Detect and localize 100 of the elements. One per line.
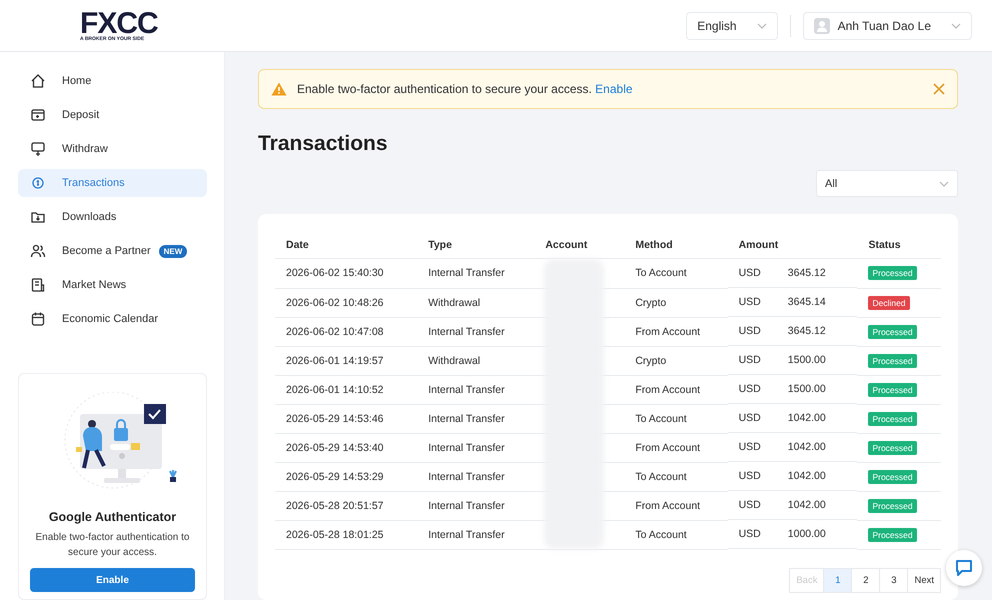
table-cell: USD xyxy=(738,325,761,337)
table-cell: USD xyxy=(738,296,761,308)
table-cell: To Account xyxy=(624,462,728,491)
chevron-down-icon xyxy=(939,180,949,186)
table-cell: From Account xyxy=(624,375,728,404)
table-cell: 2026-05-29 14:53:40 xyxy=(275,433,418,462)
table-cell: Internal Transfer xyxy=(417,520,534,549)
table-cell: From Account xyxy=(624,433,728,462)
table-cell: Crypto xyxy=(624,288,728,317)
status-badge: Declined xyxy=(868,296,910,310)
table-cell: Internal Transfer xyxy=(417,258,534,288)
home-icon xyxy=(30,73,46,89)
table-cell: 2026-06-01 14:19:57 xyxy=(275,346,418,375)
status-badge: Processed xyxy=(868,528,917,542)
promo-text: Enable two-factor authentication to secure your access. xyxy=(34,531,190,560)
table-cell: 1042.00 xyxy=(788,499,826,511)
nav-item[interactable]: Deposit xyxy=(18,101,207,129)
table-cell: 2026-06-02 15:40:30 xyxy=(275,258,418,288)
table-cell: USD xyxy=(738,499,761,511)
table-cell: From Account xyxy=(624,491,728,520)
alert-text: Enable two-factor authentication to secure your access. Enable xyxy=(297,82,634,96)
table-cell: 1000.00 xyxy=(788,528,826,540)
table-cell: Internal Transfer xyxy=(417,404,534,433)
avatar-icon xyxy=(814,18,830,34)
table-cell: Crypto xyxy=(624,346,728,375)
table-cell: To Account xyxy=(624,258,728,288)
table-cell: USD xyxy=(738,470,761,482)
table-cell: 2026-06-02 10:48:26 xyxy=(275,288,418,317)
nav-item[interactable]: Home xyxy=(18,67,207,95)
table-cell: USD xyxy=(738,412,761,424)
table-cell: Internal Transfer xyxy=(417,462,534,491)
page-button[interactable]: Next xyxy=(907,568,941,592)
table-cell: 1500.00 xyxy=(788,383,826,395)
table-cell: Internal Transfer xyxy=(417,491,534,520)
table-cell: 2026-05-28 20:51:57 xyxy=(275,491,418,520)
enable-link[interactable]: Enable xyxy=(595,82,633,96)
language-select[interactable]: English xyxy=(686,12,778,40)
nav-item[interactable]: Withdraw xyxy=(18,135,207,163)
enable-button[interactable]: Enable xyxy=(30,568,195,592)
chat-button[interactable] xyxy=(946,550,982,586)
status-badge: Processed xyxy=(868,498,917,512)
table-cell: Internal Transfer xyxy=(417,317,534,346)
table-cell: 1042.00 xyxy=(788,441,826,453)
status-badge: Processed xyxy=(868,354,917,368)
page-title: Transactions xyxy=(258,132,389,156)
table-cell: 1042.00 xyxy=(788,470,826,482)
table-cell: 3645.14 xyxy=(788,296,826,308)
close-icon[interactable] xyxy=(933,83,945,95)
nav-item[interactable]: Market News xyxy=(18,271,207,299)
chevron-down-icon xyxy=(951,22,961,28)
table-cell: Withdrawal xyxy=(417,346,534,375)
table-cell: 3645.12 xyxy=(788,267,826,279)
nav-item[interactable]: Transactions xyxy=(18,169,207,197)
table-cell: To Account xyxy=(624,404,728,433)
coin-icon xyxy=(30,175,46,191)
document-icon xyxy=(30,277,46,293)
nav-item[interactable]: Downloads xyxy=(18,203,207,231)
promo-title: Google Authenticator xyxy=(48,510,176,524)
table-cell: 2026-05-28 18:01:25 xyxy=(275,520,418,549)
people-icon xyxy=(30,243,46,259)
table-cell: From Account xyxy=(624,317,728,346)
nav-item[interactable]: Economic Calendar xyxy=(18,305,207,333)
table-cell: 1042.00 xyxy=(788,412,826,424)
table-cell: Internal Transfer xyxy=(417,433,534,462)
table-cell: 2026-06-02 10:47:08 xyxy=(275,317,418,346)
monitor-icon xyxy=(30,141,46,157)
table-cell: USD xyxy=(738,528,761,540)
page-button[interactable]: 2 xyxy=(851,568,880,592)
warning-icon xyxy=(271,82,287,96)
table-cell: USD xyxy=(738,441,761,453)
column-header: Type xyxy=(417,232,534,258)
new-badge: NEW xyxy=(158,244,188,258)
table-cell: USD xyxy=(738,267,761,279)
status-badge: Processed xyxy=(868,266,917,280)
table-cell: USD xyxy=(738,383,761,395)
nav-item[interactable]: Become a Partner NEW xyxy=(18,237,207,265)
filter-select[interactable]: All xyxy=(816,170,958,197)
status-badge: Processed xyxy=(868,412,917,426)
table-cell: 2026-05-29 14:53:29 xyxy=(275,462,418,491)
table-cell: USD xyxy=(738,354,761,366)
page-button[interactable]: 3 xyxy=(879,568,908,592)
user-menu[interactable]: Anh Tuan Dao Le xyxy=(802,12,972,40)
status-badge: Processed xyxy=(868,324,917,338)
table-cell: 2026-06-01 14:10:52 xyxy=(275,375,418,404)
table-cell: 3645.12 xyxy=(788,325,826,337)
calendar-icon xyxy=(30,311,46,327)
status-badge: Processed xyxy=(868,382,917,396)
status-badge: Processed xyxy=(868,470,917,484)
table-cell: To Account xyxy=(624,520,728,549)
status-badge: Processed xyxy=(868,440,917,454)
table-cell: 2026-05-29 14:53:46 xyxy=(275,404,418,433)
column-header: Method xyxy=(624,232,728,258)
column-header: Date xyxy=(275,232,418,258)
column-header: Amount xyxy=(728,232,858,258)
column-header: Status xyxy=(857,232,941,258)
page-button[interactable]: 1 xyxy=(823,568,852,592)
table-cell: Withdrawal xyxy=(417,288,534,317)
chat-icon xyxy=(954,558,974,578)
table-cell: Internal Transfer xyxy=(417,375,534,404)
chevron-down-icon xyxy=(756,22,767,28)
